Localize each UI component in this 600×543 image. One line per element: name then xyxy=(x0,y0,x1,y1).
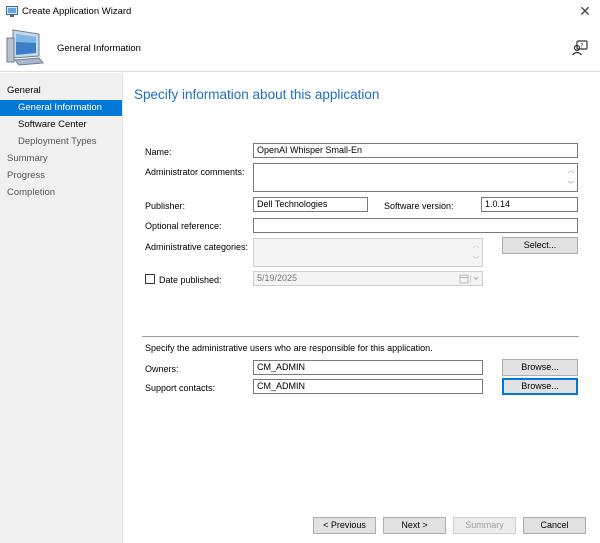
previous-button[interactable]: < Previous xyxy=(313,517,376,534)
name-label: Name: xyxy=(145,147,172,157)
header-title: General Information xyxy=(57,43,141,54)
window-title: Create Application Wizard xyxy=(22,6,132,17)
section-divider xyxy=(142,336,579,337)
next-button[interactable]: Next > xyxy=(383,517,446,534)
support-contacts-browse-button[interactable]: Browse... xyxy=(502,378,578,395)
nav-completion[interactable]: Completion xyxy=(0,185,55,201)
comments-scroll-up-icon[interactable]: ︿ xyxy=(566,165,576,175)
nav-deployment-types[interactable]: Deployment Types xyxy=(0,134,97,150)
nav-progress[interactable]: Progress xyxy=(0,168,45,184)
date-published-label: Date published: xyxy=(159,275,222,285)
owners-label: Owners: xyxy=(145,364,179,374)
app-icon xyxy=(6,6,18,17)
nav-software-center[interactable]: Software Center xyxy=(0,117,87,133)
admin-comments-label: Administrator comments: xyxy=(145,167,245,177)
optional-reference-label: Optional reference: xyxy=(145,221,222,231)
support-contacts-label: Support contacts: xyxy=(145,383,216,393)
help-person-icon[interactable]: ? xyxy=(571,39,589,57)
admin-categories-label: Administrative categories: xyxy=(145,242,249,252)
software-version-field[interactable]: 1.0.14 xyxy=(481,197,578,212)
admin-categories-list xyxy=(253,238,483,267)
date-published-field: 5/19/2025 xyxy=(253,271,483,286)
computer-icon xyxy=(6,29,44,66)
comments-scroll-down-icon[interactable]: ﹀ xyxy=(566,180,576,190)
calendar-dropdown-icon xyxy=(459,274,479,284)
name-field[interactable]: OpenAI Whisper Small-En xyxy=(253,143,578,158)
support-contacts-field[interactable]: CM_ADMIN xyxy=(253,379,483,394)
select-button[interactable]: Select... xyxy=(502,237,578,254)
software-version-label: Software version: xyxy=(384,201,454,211)
close-button[interactable]: ✕ xyxy=(575,2,595,22)
owners-browse-button[interactable]: Browse... xyxy=(502,359,578,376)
summary-button: Summary xyxy=(453,517,516,534)
cancel-button[interactable]: Cancel xyxy=(523,517,586,534)
date-published-checkbox[interactable] xyxy=(145,274,155,284)
admin-comments-field[interactable] xyxy=(253,163,578,192)
nav-general-information[interactable]: General Information xyxy=(0,100,122,116)
categories-scroll-down-icon: ﹀ xyxy=(472,257,480,264)
categories-scroll-up-icon: ︿ xyxy=(472,242,480,249)
publisher-label: Publisher: xyxy=(145,201,186,211)
nav-summary[interactable]: Summary xyxy=(0,151,48,167)
svg-text:?: ? xyxy=(580,43,583,50)
admin-users-instruction: Specify the administrative users who are… xyxy=(145,343,433,353)
owners-field[interactable]: CM_ADMIN xyxy=(253,360,483,375)
publisher-field[interactable]: Dell Technologies xyxy=(253,197,368,212)
page-heading: Specify information about this applicati… xyxy=(134,87,380,102)
optional-reference-field[interactable] xyxy=(253,218,578,233)
nav-general[interactable]: General xyxy=(0,83,41,99)
